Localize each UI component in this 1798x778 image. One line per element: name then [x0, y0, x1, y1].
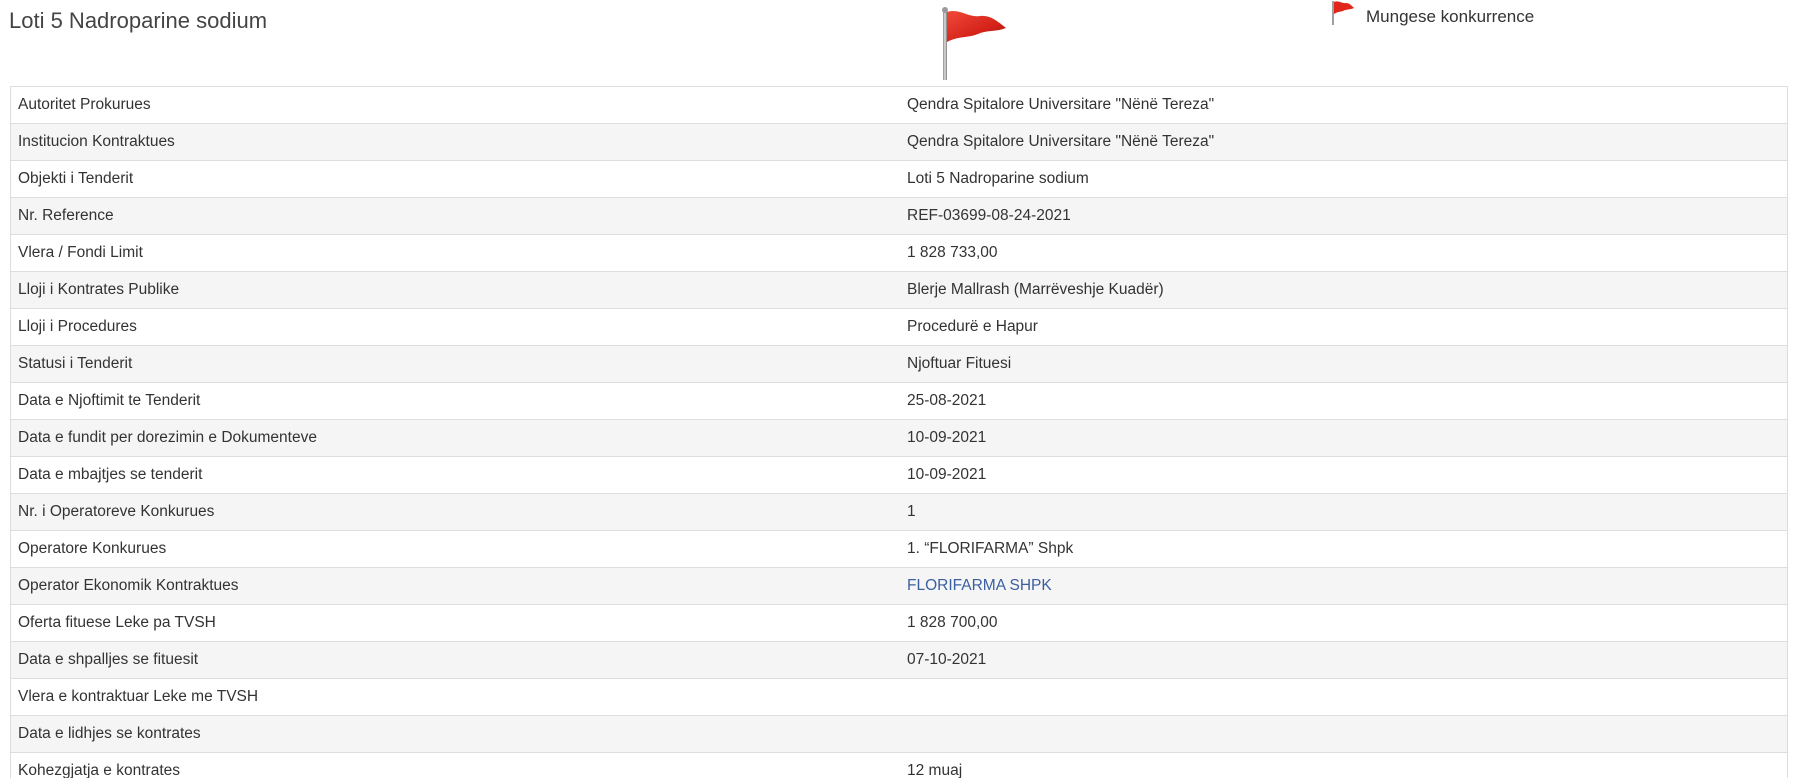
- legend: Mungese konkurrence: [1330, 0, 1534, 30]
- table-row: Oferta fituese Leke pa TVSH 1 828 700,00: [10, 604, 1788, 642]
- row-label: Institucion Kontraktues: [10, 123, 900, 161]
- table-row: Operatore Konkurues 1. “FLORIFARMA” Shpk: [10, 530, 1788, 568]
- red-flag-icon: [942, 7, 1006, 80]
- row-value: REF-03699-08-24-2021: [900, 197, 1788, 235]
- table-row: Statusi i Tenderit Njoftuar Fituesi: [10, 345, 1788, 383]
- table-row: Vlera e kontraktuar Leke me TVSH: [10, 678, 1788, 716]
- table-row: Kohezgjatja e kontrates 12 muaj: [10, 752, 1788, 778]
- table-row: Operator Ekonomik Kontraktues FLORIFARMA…: [10, 567, 1788, 605]
- row-label: Lloji i Procedures: [10, 308, 900, 346]
- row-value: Procedurë e Hapur: [900, 308, 1788, 346]
- row-value: 12 muaj: [900, 752, 1788, 778]
- tender-details-page: Loti 5 Nadroparine sodium Mungese konkur…: [0, 0, 1798, 778]
- row-value: 1 828 733,00: [900, 234, 1788, 272]
- row-value: FLORIFARMA SHPK: [900, 567, 1788, 605]
- row-label: Lloji i Kontrates Publike: [10, 271, 900, 309]
- legend-label: Mungese konkurrence: [1366, 7, 1535, 26]
- row-label: Data e fundit per dorezimin e Dokumentev…: [10, 419, 900, 457]
- row-label: Vlera / Fondi Limit: [10, 234, 900, 272]
- row-value: 07-10-2021: [900, 641, 1788, 679]
- table-row: Lloji i Kontrates Publike Blerje Mallras…: [10, 271, 1788, 309]
- row-label: Nr. Reference: [10, 197, 900, 235]
- table-row: Data e Njoftimit te Tenderit 25-08-2021: [10, 382, 1788, 420]
- row-label: Kohezgjatja e kontrates: [10, 752, 900, 778]
- row-label: Operatore Konkurues: [10, 530, 900, 568]
- row-value: Njoftuar Fituesi: [900, 345, 1788, 383]
- row-label: Objekti i Tenderit: [10, 160, 900, 198]
- row-value: 25-08-2021: [900, 382, 1788, 420]
- table-row: Nr. i Operatoreve Konkurues 1: [10, 493, 1788, 531]
- tender-details-table: Autoritet Prokurues Qendra Spitalore Uni…: [10, 86, 1788, 778]
- row-label: Data e shpalljes se fituesit: [10, 641, 900, 679]
- row-label: Operator Ekonomik Kontraktues: [10, 567, 900, 605]
- row-label: Oferta fituese Leke pa TVSH: [10, 604, 900, 642]
- table-row: Vlera / Fondi Limit 1 828 733,00: [10, 234, 1788, 272]
- table-row: Autoritet Prokurues Qendra Spitalore Uni…: [10, 86, 1788, 124]
- table-row: Nr. Reference REF-03699-08-24-2021: [10, 197, 1788, 235]
- row-value: [900, 715, 1788, 753]
- row-label: Autoritet Prokurues: [10, 86, 900, 124]
- table-row: Data e fundit per dorezimin e Dokumentev…: [10, 419, 1788, 457]
- row-value: Qendra Spitalore Universitare "Nënë Tere…: [900, 86, 1788, 124]
- table-row: Institucion Kontraktues Qendra Spitalore…: [10, 123, 1788, 161]
- row-value: Qendra Spitalore Universitare "Nënë Tere…: [900, 123, 1788, 161]
- row-value: 1: [900, 493, 1788, 531]
- contractor-link[interactable]: FLORIFARMA SHPK: [907, 577, 1052, 594]
- row-value: 1 828 700,00: [900, 604, 1788, 642]
- table-row: Data e lidhjes se kontrates: [10, 715, 1788, 753]
- page-title: Loti 5 Nadroparine sodium: [9, 8, 268, 33]
- row-value: 10-09-2021: [900, 456, 1788, 494]
- table-row: Data e shpalljes se fituesit 07-10-2021: [10, 641, 1788, 679]
- table-row: Data e mbajtjes se tenderit 10-09-2021: [10, 456, 1788, 494]
- row-label: Data e mbajtjes se tenderit: [10, 456, 900, 494]
- row-label: Data e Njoftimit te Tenderit: [10, 382, 900, 420]
- row-value: 1. “FLORIFARMA” Shpk: [900, 530, 1788, 568]
- row-label: Nr. i Operatoreve Konkurues: [10, 493, 900, 531]
- row-label: Statusi i Tenderit: [10, 345, 900, 383]
- table-row: Objekti i Tenderit Loti 5 Nadroparine so…: [10, 160, 1788, 198]
- row-label: Data e lidhjes se kontrates: [10, 715, 900, 753]
- row-value: [900, 678, 1788, 716]
- row-value: Blerje Mallrash (Marrëveshje Kuadër): [900, 271, 1788, 309]
- red-flag-icon: [1332, 1, 1354, 25]
- table-row: Lloji i Procedures Procedurë e Hapur: [10, 308, 1788, 346]
- row-label: Vlera e kontraktuar Leke me TVSH: [10, 678, 900, 716]
- row-value: 10-09-2021: [900, 419, 1788, 457]
- row-value: Loti 5 Nadroparine sodium: [900, 160, 1788, 198]
